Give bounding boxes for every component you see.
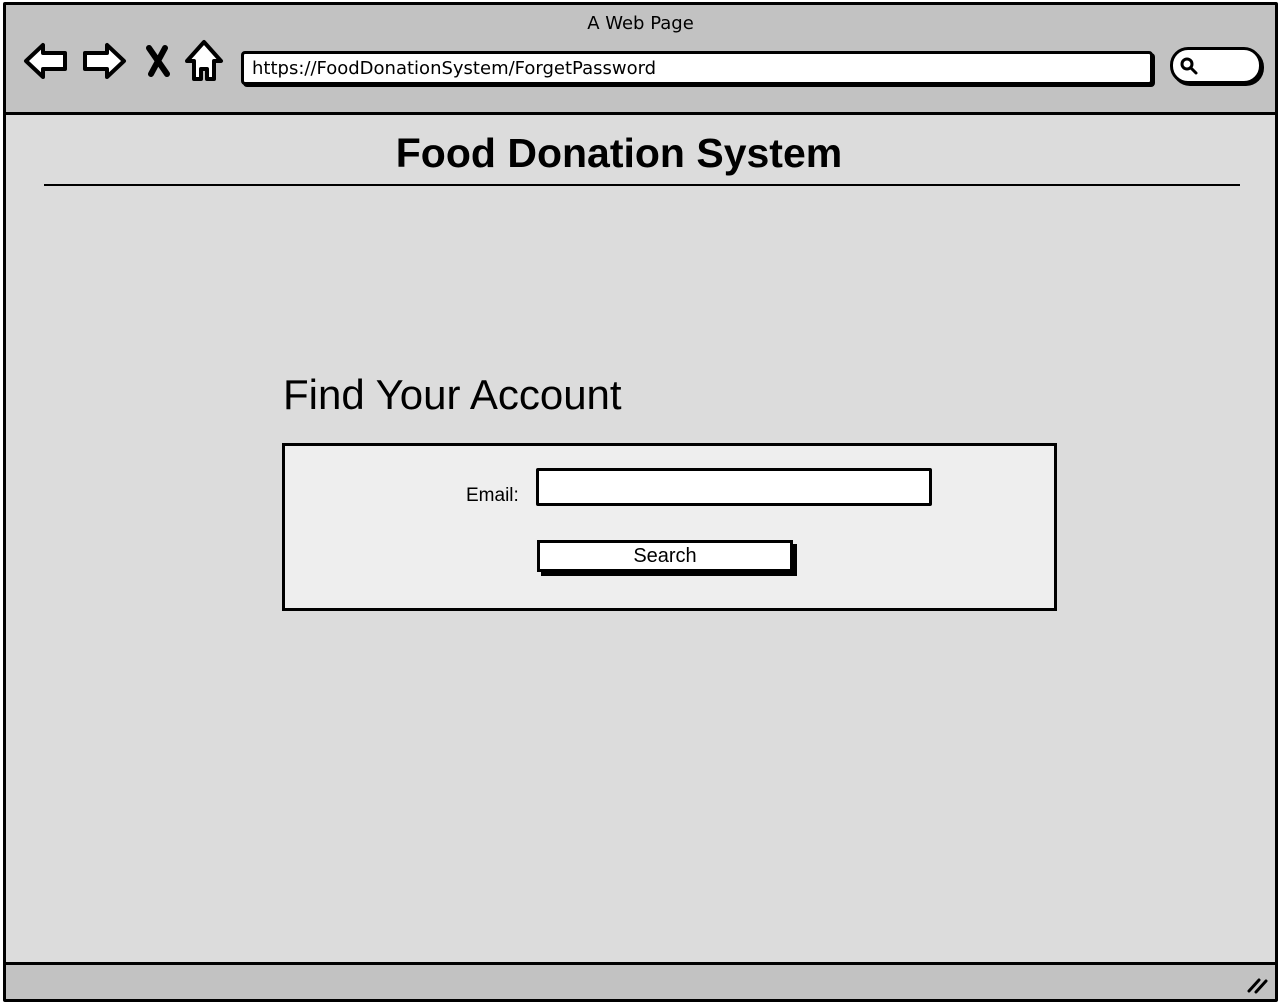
back-arrow-icon <box>24 43 67 79</box>
email-field[interactable] <box>536 468 932 506</box>
address-bar[interactable]: https://FoodDonationSystem/ForgetPasswor… <box>241 51 1153 85</box>
status-bar <box>6 962 1275 999</box>
forward-arrow-icon <box>83 43 126 79</box>
url-text: https://FoodDonationSystem/ForgetPasswor… <box>252 57 657 79</box>
stop-button[interactable] <box>134 37 182 85</box>
home-icon <box>185 40 223 81</box>
home-button[interactable] <box>180 37 228 85</box>
resize-grip-icon[interactable] <box>1245 975 1269 995</box>
window-title: A Web Page <box>587 13 694 34</box>
search-icon <box>1180 57 1198 75</box>
search-button[interactable]: Search <box>537 540 793 572</box>
section-title: Find Your Account <box>283 371 622 418</box>
browser-search-box[interactable] <box>1170 47 1262 84</box>
browser-window: A Web Page https://FoodDonationSystem/Fo… <box>3 2 1278 1002</box>
page-title: Food Donation System <box>395 130 843 176</box>
browser-toolbar: A Web Page https://FoodDonationSystem/Fo… <box>6 5 1275 115</box>
close-icon <box>146 45 170 77</box>
email-label: Email: <box>466 485 519 506</box>
back-button[interactable] <box>22 37 70 85</box>
forward-button[interactable] <box>80 37 128 85</box>
find-account-form: Email: Search <box>282 443 1057 611</box>
heading-divider <box>44 184 1240 186</box>
